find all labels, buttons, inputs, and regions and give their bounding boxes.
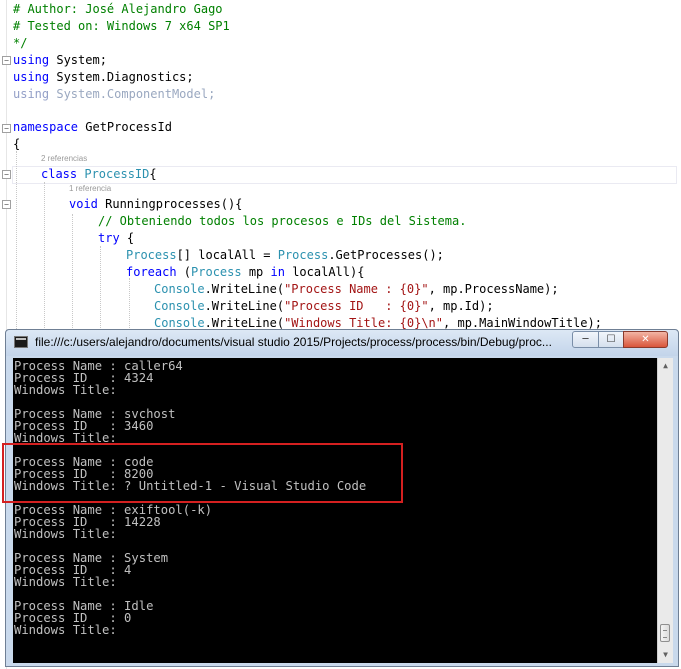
console-titlebar[interactable]: file:///c:/users/alejandro/documents/vis… — [6, 330, 678, 356]
code-line-using-unused: using System.ComponentModel; — [13, 86, 215, 102]
keyword-token: try — [98, 231, 120, 245]
keyword-token: in — [270, 265, 285, 279]
console-line: Windows Title: — [14, 527, 117, 541]
code-comment-line: */ — [13, 36, 28, 50]
type-token: Console — [154, 299, 205, 313]
string-token: "Process Name : {0}" — [284, 282, 429, 296]
console-output[interactable]: Process Name : caller64 Process ID : 432… — [13, 358, 657, 663]
code-comment-line: # Author: José Alejandro Gago — [13, 2, 223, 16]
namespace-token: System.Diagnostics; — [49, 70, 194, 84]
code-token: .WriteLine( — [204, 316, 285, 330]
brace-token: { — [149, 167, 157, 181]
indent-guide — [16, 151, 17, 331]
console-line: Windows Title: — [14, 383, 117, 397]
code-line-try: try { — [98, 230, 134, 246]
type-token: Process — [126, 248, 177, 262]
indent-guide — [72, 214, 73, 332]
console-line: Windows Title: — [14, 575, 117, 589]
code-token: , mp.ProcessName); — [428, 282, 559, 296]
keyword-token: foreach — [126, 265, 177, 279]
collapse-icon[interactable]: − — [2, 170, 11, 179]
collapse-icon[interactable]: − — [2, 124, 11, 133]
console-line: Windows Title: — [14, 623, 117, 637]
namespace-token: System; — [49, 53, 107, 67]
keyword-token: class — [41, 167, 78, 181]
scroll-down-icon[interactable]: ▼ — [658, 647, 673, 663]
code-line-namespace: namespace GetProcessId — [13, 119, 172, 135]
codelens-references[interactable]: 2 referencias — [41, 153, 87, 165]
console-app-icon[interactable] — [14, 336, 28, 348]
keyword-token: using — [13, 70, 50, 84]
string-token: "Windows Title: {0}\n" — [284, 316, 444, 330]
code-token: , mp.Id); — [428, 299, 494, 313]
console-title: file:///c:/users/alejandro/documents/vis… — [35, 335, 552, 349]
code-token: ( — [176, 265, 192, 279]
class-name: ProcessID — [84, 167, 150, 181]
code-token: .WriteLine( — [204, 282, 285, 296]
type-token: Console — [154, 282, 205, 296]
string-token: "Process ID : {0}" — [284, 299, 429, 313]
code-line-class: class ProcessID{ — [41, 166, 157, 182]
keyword-token: void — [69, 197, 98, 211]
minimize-button[interactable]: ─ — [572, 331, 599, 348]
code-line-foreach: foreach (Process mp in localAll){ — [126, 264, 364, 280]
code-line-using: using System.Diagnostics; — [13, 69, 194, 85]
keyword-token: using — [13, 53, 50, 67]
scroll-up-icon[interactable]: ▲ — [658, 358, 673, 374]
code-comment-line: # Tested on: Windows 7 x64 SP1 — [13, 19, 230, 33]
type-token: Process — [277, 248, 329, 262]
maximize-button[interactable]: ☐ — [598, 331, 624, 348]
close-button[interactable]: ✕ — [623, 331, 668, 348]
highlight-annotation-box — [2, 443, 403, 503]
indent-guide — [100, 246, 101, 332]
code-comment-line: // Obteniendo todos los procesos e IDs d… — [98, 214, 467, 228]
namespace-name: GetProcessId — [78, 120, 172, 134]
code-token: , mp.MainWindowTitle); — [443, 316, 602, 330]
scroll-thumb[interactable] — [660, 624, 670, 642]
code-token: .WriteLine( — [204, 299, 285, 313]
collapse-icon[interactable]: − — [2, 200, 11, 209]
code-line-using: using System; — [13, 52, 107, 68]
code-line-brace: { — [13, 137, 21, 151]
indent-guide — [44, 182, 45, 332]
namespace-token: System.ComponentModel; — [49, 87, 216, 101]
vertical-scrollbar[interactable]: ▲ ▼ — [657, 358, 673, 663]
indent-guide — [129, 278, 130, 332]
type-token: Process — [191, 265, 242, 279]
code-line-writeline: Console.WriteLine("Process ID : {0}", mp… — [154, 298, 494, 314]
code-token: mp — [241, 265, 271, 279]
code-token: .GetProcesses(); — [328, 248, 444, 262]
code-token: localAll){ — [284, 265, 365, 279]
method-signature: Runningprocesses(){ — [97, 197, 243, 211]
codelens-references[interactable]: 1 referencia — [69, 183, 111, 195]
keyword-token: namespace — [13, 120, 79, 134]
code-line-writeline: Console.WriteLine("Process Name : {0}", … — [154, 281, 559, 297]
type-token: Console — [154, 316, 205, 330]
collapse-icon[interactable]: − — [2, 56, 11, 65]
code-line-getprocesses: Process[] localAll = Process.GetProcesse… — [126, 247, 444, 263]
keyword-token: using — [13, 87, 50, 101]
code-line-method: void Runningprocesses(){ — [69, 196, 242, 212]
brace-token: { — [119, 231, 135, 245]
code-token: [] localAll = — [176, 248, 278, 262]
